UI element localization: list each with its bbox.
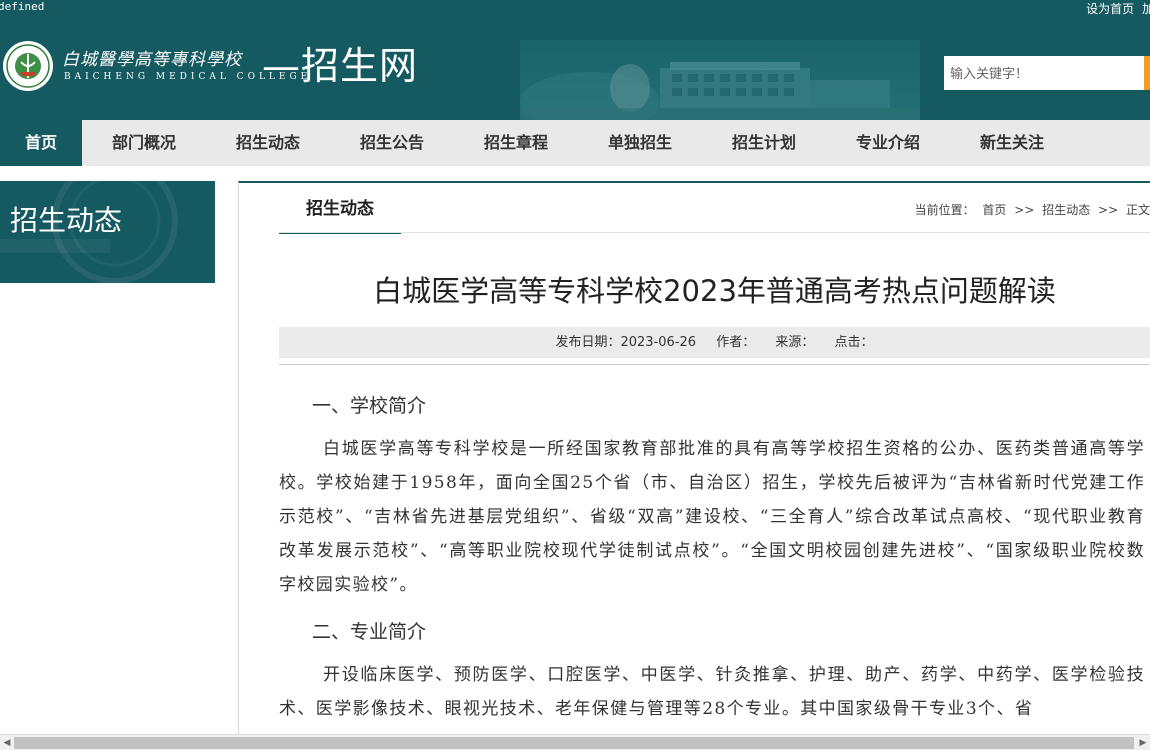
source-label: 来源： xyxy=(775,335,815,350)
site-name: —招生网 xyxy=(262,44,419,88)
set-homepage-link[interactable]: 设为首页 xyxy=(1086,2,1134,16)
breadcrumb-admission-news[interactable]: 招生动态 xyxy=(1042,203,1090,217)
nav-item-admission-rules[interactable]: 招生章程 xyxy=(454,120,578,166)
campus-building-image xyxy=(520,40,920,120)
horizontal-scrollbar[interactable]: ◀ ▶ xyxy=(0,734,1150,750)
publish-date: 发布日期：2023-06-26 xyxy=(555,335,696,350)
main-nav: 首页 部门概况 招生动态 招生公告 招生章程 单独招生 招生计划 专业介绍 新生… xyxy=(0,120,1150,166)
breadcrumb-separator: >> xyxy=(1014,203,1035,217)
search-input[interactable] xyxy=(944,56,1150,90)
section-heading: 二、专业简介 xyxy=(312,621,427,643)
date-value: 2023-06-26 xyxy=(620,335,697,350)
nav-item-departments[interactable]: 部门概况 xyxy=(82,120,206,166)
breadcrumb-separator: >> xyxy=(1098,203,1119,217)
top-links: 设为首页 加 xyxy=(1082,0,1150,17)
section-paragraph: 白城医学高等专科学校是一所经国家教育部批准的具有高等学校招生资格的公办、医药类普… xyxy=(279,439,1145,595)
date-label: 发布日期： xyxy=(555,335,621,350)
scrollbar-thumb[interactable] xyxy=(14,737,1134,749)
breadcrumb-prefix: 当前位置： xyxy=(914,203,975,217)
nav-item-home[interactable]: 首页 xyxy=(0,120,82,166)
add-favorite-link[interactable]: 加 xyxy=(1142,2,1150,16)
author-label: 作者： xyxy=(716,335,756,350)
nav-item-admission-news[interactable]: 招生动态 xyxy=(206,120,330,166)
breadcrumb-current: 正文 xyxy=(1125,203,1150,217)
article-title: 白城医学高等专科学校2023年普通高考热点问题解读 xyxy=(373,274,1056,308)
section-paragraph: 开设临床医学、预防医学、口腔医学、中医学、针灸推拿、护理、助产、药学、中药学、医… xyxy=(279,665,1145,719)
sidebar-panel: 招生动态 xyxy=(0,181,215,283)
site-header: defined 设为首页 加 白城醫學高等專科學校 BAICHENG MEDIC… xyxy=(0,0,1150,120)
scroll-left-icon[interactable]: ◀ xyxy=(1,737,13,749)
section-divider xyxy=(279,232,1150,233)
school-emblem-icon xyxy=(3,41,53,91)
nav-item-majors[interactable]: 专业介绍 xyxy=(826,120,950,166)
scroll-right-icon[interactable]: ▶ xyxy=(1137,737,1149,749)
nav-item-admission-notice[interactable]: 招生公告 xyxy=(330,120,454,166)
meta-divider xyxy=(279,364,1150,365)
breadcrumb: 当前位置： 首页 >> 招生动态 >> 正文 xyxy=(911,201,1150,218)
school-name-cn: 白城醫學高等專科學校 xyxy=(62,50,242,70)
article-meta: 发布日期：2023-06-26 作者： 来源： 点击： xyxy=(279,327,1150,358)
breadcrumb-home[interactable]: 首页 xyxy=(982,203,1006,217)
article-body: 一、学校简介 白城医学高等专科学校是一所经国家教育部批准的具有高等学校招生资格的… xyxy=(279,388,1145,738)
clicks-label: 点击： xyxy=(834,335,874,350)
nav-item-admission-plan[interactable]: 招生计划 xyxy=(702,120,826,166)
nav-item-separate-admission[interactable]: 单独招生 xyxy=(578,120,702,166)
section-tab: 招生动态 xyxy=(279,196,401,234)
section-heading: 一、学校简介 xyxy=(312,395,427,417)
sidebar-title: 招生动态 xyxy=(10,204,123,237)
nav-item-freshman[interactable]: 新生关注 xyxy=(950,120,1074,166)
debug-text: defined xyxy=(0,0,45,13)
